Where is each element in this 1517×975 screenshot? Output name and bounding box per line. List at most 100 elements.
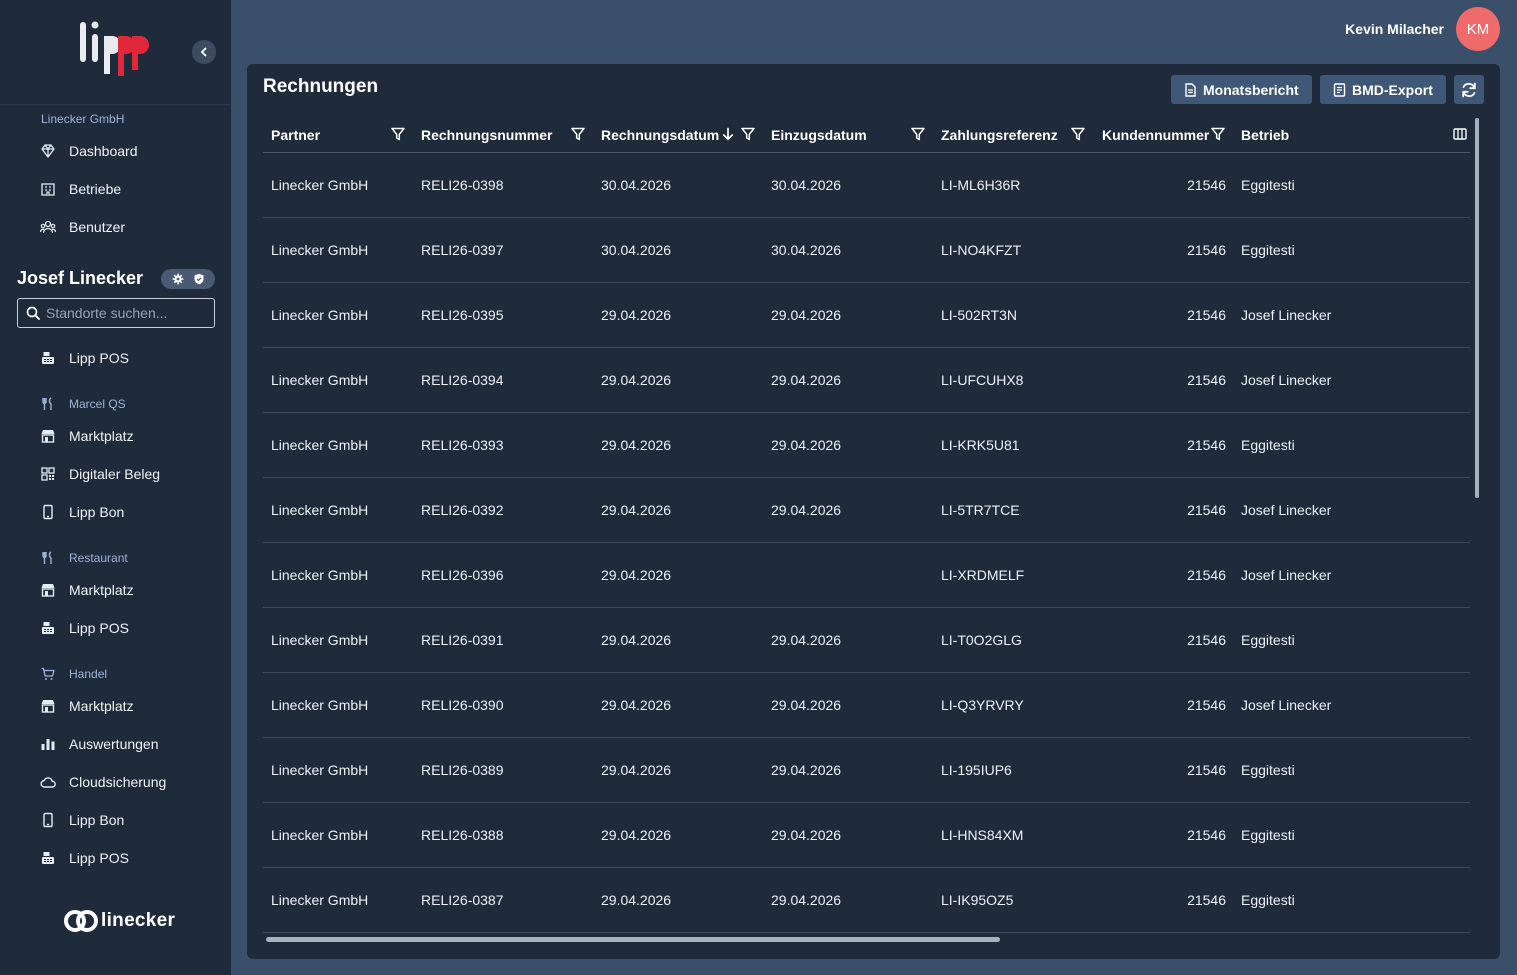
column-header-partner[interactable]: Partner <box>271 116 320 153</box>
invoices-card: Rechnungen Monatsbericht BMD-Export Part… <box>247 64 1500 959</box>
shield-icon[interactable] <box>193 273 205 285</box>
table-row[interactable]: Linecker GmbH RELI26-0393 29.04.2026 29.04.… <box>263 413 1470 478</box>
cell-invoice-number: RELI26-0394 <box>421 372 504 388</box>
filter-icon[interactable] <box>1071 127 1085 141</box>
nav-benutzer[interactable]: Benutzer <box>38 216 125 238</box>
cell-invoice-number: RELI26-0390 <box>421 697 504 713</box>
nav-handel-cloudsicherung[interactable]: Cloudsicherung <box>38 771 166 793</box>
nav-restaurant-lipp-pos[interactable]: Lipp POS <box>38 617 129 639</box>
table-row[interactable]: Linecker GmbH RELI26-0388 29.04.2026 29.04.… <box>263 803 1470 868</box>
nav-dashboard[interactable]: Dashboard <box>38 140 138 162</box>
user-badges <box>161 269 215 289</box>
utensils-icon <box>41 397 57 411</box>
table-row[interactable]: Linecker GmbH RELI26-0391 29.04.2026 29.04.… <box>263 608 1470 673</box>
cell-invoice-date: 29.04.2026 <box>601 827 672 843</box>
cell-invoice-number: RELI26-0392 <box>421 502 504 518</box>
search-icon <box>26 306 40 320</box>
vertical-scrollbar[interactable] <box>1475 118 1479 498</box>
cell-collection-date <box>771 543 931 607</box>
filter-icon[interactable] <box>391 127 405 141</box>
refresh-button[interactable] <box>1454 75 1484 104</box>
cell-invoice-date: 29.04.2026 <box>601 502 672 518</box>
cell-collection-date: 30.04.2026 <box>771 242 842 258</box>
table-row[interactable]: Linecker GmbH RELI26-0397 30.04.2026 30.04.… <box>263 218 1470 283</box>
monthly-report-button[interactable]: Monatsbericht <box>1171 75 1312 104</box>
nav-restaurant-marktplatz[interactable]: Marktplatz <box>38 579 134 601</box>
nav-marcel-digitaler-beleg[interactable]: Digitaler Beleg <box>38 463 160 485</box>
nav-handel-lipp-pos[interactable]: Lipp POS <box>38 847 129 869</box>
horizontal-scrollbar[interactable] <box>266 937 1000 942</box>
column-header-collection-date[interactable]: Einzugsdatum <box>771 116 867 153</box>
location-search-input[interactable] <box>46 305 206 321</box>
sort-desc-icon[interactable] <box>721 127 735 141</box>
linecker-brand: linecker <box>64 910 175 932</box>
cell-payment-reference: LI-ML6H36R <box>941 177 1021 193</box>
table-row[interactable]: Linecker GmbH RELI26-0396 29.04.2026 LI-XRD… <box>263 543 1470 608</box>
phone-icon <box>38 812 58 828</box>
nav-location-lipp-pos[interactable]: Lipp POS <box>38 347 129 369</box>
linecker-logo-icon <box>64 910 98 932</box>
group-marcel-qs: Marcel QS <box>41 396 126 412</box>
cell-payment-reference: LI-HNS84XM <box>941 827 1024 843</box>
cell-invoice-number: RELI26-0389 <box>421 762 504 778</box>
nav-label: Lipp Bon <box>69 504 125 520</box>
filter-icon[interactable] <box>741 127 755 141</box>
cell-partner: Linecker GmbH <box>271 632 369 648</box>
table-row[interactable]: Linecker GmbH RELI26-0389 29.04.2026 29.04.… <box>263 738 1470 803</box>
cell-customer-number: 21546 <box>1187 437 1226 453</box>
current-user-name[interactable]: Kevin Milacher <box>1345 21 1444 37</box>
cell-customer-number: 21546 <box>1187 502 1226 518</box>
cell-collection-date: 30.04.2026 <box>771 177 842 193</box>
gear-icon[interactable] <box>172 273 184 285</box>
invoices-table-body: Linecker GmbH RELI26-0398 30.04.2026 30.04.… <box>263 153 1470 933</box>
bar-chart-icon <box>38 736 58 752</box>
cell-payment-reference: LI-502RT3N <box>941 307 1018 323</box>
nav-handel-auswertungen[interactable]: Auswertungen <box>38 733 159 755</box>
nav-handel-lipp-bon[interactable]: Lipp Bon <box>38 809 124 831</box>
cell-collection-date: 29.04.2026 <box>771 697 842 713</box>
nav-marcel-marktplatz[interactable]: Marktplatz <box>38 425 134 447</box>
column-header-invoice-date[interactable]: Rechnungsdatum <box>601 116 719 153</box>
cell-payment-reference: LI-XRDMELF <box>941 567 1025 583</box>
sidebar: Linecker GmbH Dashboard Betriebe Benutze… <box>0 0 231 975</box>
table-row[interactable]: Linecker GmbH RELI26-0387 29.04.2026 29.04.… <box>263 868 1470 933</box>
column-header-business[interactable]: Betrieb <box>1241 116 1289 153</box>
cash-register-icon <box>38 620 58 636</box>
cell-invoice-date: 29.04.2026 <box>601 762 672 778</box>
nav-betriebe[interactable]: Betriebe <box>38 178 121 200</box>
cell-invoice-number: RELI26-0398 <box>421 177 504 193</box>
nav-label: Lipp POS <box>69 850 129 866</box>
cell-invoice-number: RELI26-0393 <box>421 437 504 453</box>
filter-icon[interactable] <box>571 127 585 141</box>
sidebar-user-name: Josef Linecker <box>17 268 144 288</box>
cell-business: Josef Linecker <box>1241 502 1332 518</box>
filter-icon[interactable] <box>1211 127 1225 141</box>
building-icon <box>38 181 58 197</box>
bmd-export-button[interactable]: BMD-Export <box>1320 75 1446 104</box>
collapse-sidebar-button[interactable] <box>192 40 216 64</box>
table-row[interactable]: Linecker GmbH RELI26-0395 29.04.2026 29.04.… <box>263 283 1470 348</box>
cell-invoice-number: RELI26-0395 <box>421 307 504 323</box>
column-header-payment-reference[interactable]: Zahlungsreferenz <box>941 116 1058 153</box>
group-label-text: Handel <box>69 667 108 681</box>
nav-handel-marktplatz[interactable]: Marktplatz <box>38 695 134 717</box>
table-row[interactable]: Linecker GmbH RELI26-0398 30.04.2026 30.04.… <box>263 153 1470 218</box>
cell-customer-number: 21546 <box>1187 892 1226 908</box>
cell-invoice-number: RELI26-0387 <box>421 892 504 908</box>
table-row[interactable]: Linecker GmbH RELI26-0394 29.04.2026 29.04.… <box>263 348 1470 413</box>
nav-label: Lipp POS <box>69 350 129 366</box>
table-row[interactable]: Linecker GmbH RELI26-0390 29.04.2026 29.04.… <box>263 673 1470 738</box>
column-header-customer-number[interactable]: Kundennummer <box>1102 116 1209 153</box>
cell-customer-number: 21546 <box>1187 697 1226 713</box>
avatar[interactable]: KM <box>1456 7 1500 51</box>
columns-toggle-icon[interactable] <box>1453 127 1467 141</box>
users-icon <box>38 219 58 235</box>
table-row[interactable]: Linecker GmbH RELI26-0392 29.04.2026 29.04.… <box>263 478 1470 543</box>
nav-marcel-lipp-bon[interactable]: Lipp Bon <box>38 501 124 523</box>
column-header-invoice-number[interactable]: Rechnungsnummer <box>421 116 552 153</box>
cell-partner: Linecker GmbH <box>271 892 369 908</box>
lipp-logo[interactable] <box>78 18 158 82</box>
cell-customer-number: 21546 <box>1187 372 1226 388</box>
filter-icon[interactable] <box>911 127 925 141</box>
cell-business: Eggitesti <box>1241 437 1295 453</box>
